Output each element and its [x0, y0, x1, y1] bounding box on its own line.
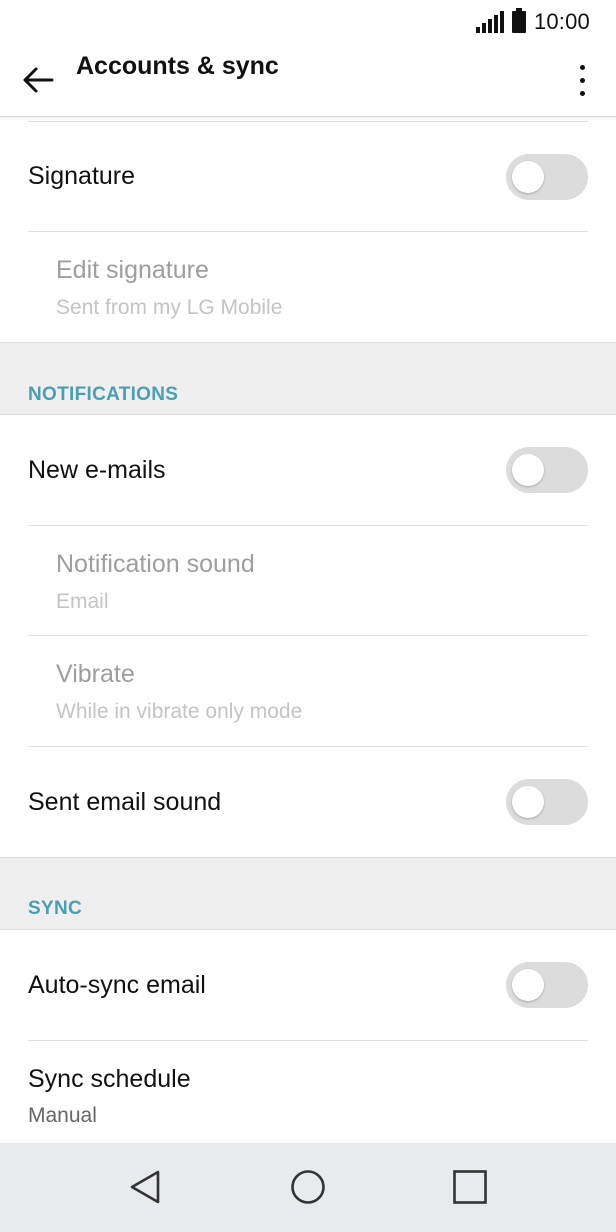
nav-home-button[interactable] — [278, 1161, 338, 1213]
signal-icon — [475, 11, 504, 33]
sent-email-sound-label: Sent email sound — [28, 788, 222, 816]
more-vert-icon-dot — [579, 77, 585, 83]
back-button[interactable] — [14, 56, 62, 104]
toggle-knob — [512, 161, 544, 193]
sync-schedule-summary: Manual — [28, 1104, 97, 1127]
auto-sync-email-label: Auto-sync email — [28, 971, 206, 999]
notification-sound-label: Notification sound — [56, 550, 255, 578]
status-icons: 10:00 — [475, 8, 590, 36]
sync-schedule-label: Sync schedule — [28, 1065, 191, 1093]
sync-schedule-row[interactable]: Sync schedule Manual — [0, 1041, 616, 1143]
auto-sync-email-row[interactable]: Auto-sync email — [0, 930, 616, 1040]
nav-recents-button[interactable] — [440, 1161, 500, 1213]
signature-label: Signature — [28, 162, 136, 190]
vibrate-summary: While in vibrate only mode — [56, 700, 303, 723]
back-triangle-icon — [130, 1170, 160, 1204]
page-title: Accounts & sync — [76, 52, 279, 80]
status-clock: 10:00 — [533, 9, 590, 34]
toggle-knob — [512, 454, 544, 486]
sent-email-sound-toggle[interactable] — [506, 779, 588, 825]
section-header-sync: SYNC — [0, 857, 616, 930]
navigation-bar — [0, 1143, 616, 1232]
new-emails-row[interactable]: New e-mails — [0, 415, 616, 525]
notification-sound-row[interactable]: Notification sound Email — [0, 526, 616, 636]
signature-row[interactable]: Signature — [0, 122, 616, 231]
status-bar: 10:00 — [0, 0, 616, 44]
recents-square-icon — [453, 1170, 487, 1204]
vibrate-row[interactable]: Vibrate While in vibrate only mode — [0, 636, 616, 746]
auto-sync-email-toggle[interactable] — [506, 962, 588, 1008]
toggle-knob — [512, 969, 544, 1001]
edit-signature-row[interactable]: Edit signature Sent from my LG Mobile — [0, 232, 616, 342]
section-header-label: SYNC — [28, 898, 82, 919]
arrow-back-icon — [23, 67, 54, 93]
battery-icon — [511, 8, 526, 33]
vibrate-label: Vibrate — [56, 660, 135, 688]
more-vert-icon-dot — [579, 90, 585, 96]
new-emails-label: New e-mails — [28, 456, 166, 484]
sent-email-sound-row[interactable]: Sent email sound — [0, 747, 616, 857]
signature-toggle[interactable] — [506, 154, 588, 200]
section-header-label: NOTIFICATIONS — [28, 384, 179, 405]
toggle-knob — [512, 786, 544, 818]
notification-sound-summary: Email — [56, 590, 109, 613]
nav-back-button[interactable] — [115, 1161, 175, 1213]
more-vert-icon — [579, 64, 585, 70]
app-bar: Accounts & sync — [0, 44, 616, 117]
edit-signature-summary: Sent from my LG Mobile — [56, 296, 283, 319]
edit-signature-label: Edit signature — [56, 256, 209, 284]
more-options-button[interactable] — [562, 56, 602, 104]
new-emails-toggle[interactable] — [506, 447, 588, 493]
section-header-notifications: NOTIFICATIONS — [0, 342, 616, 415]
home-circle-icon — [291, 1170, 325, 1204]
